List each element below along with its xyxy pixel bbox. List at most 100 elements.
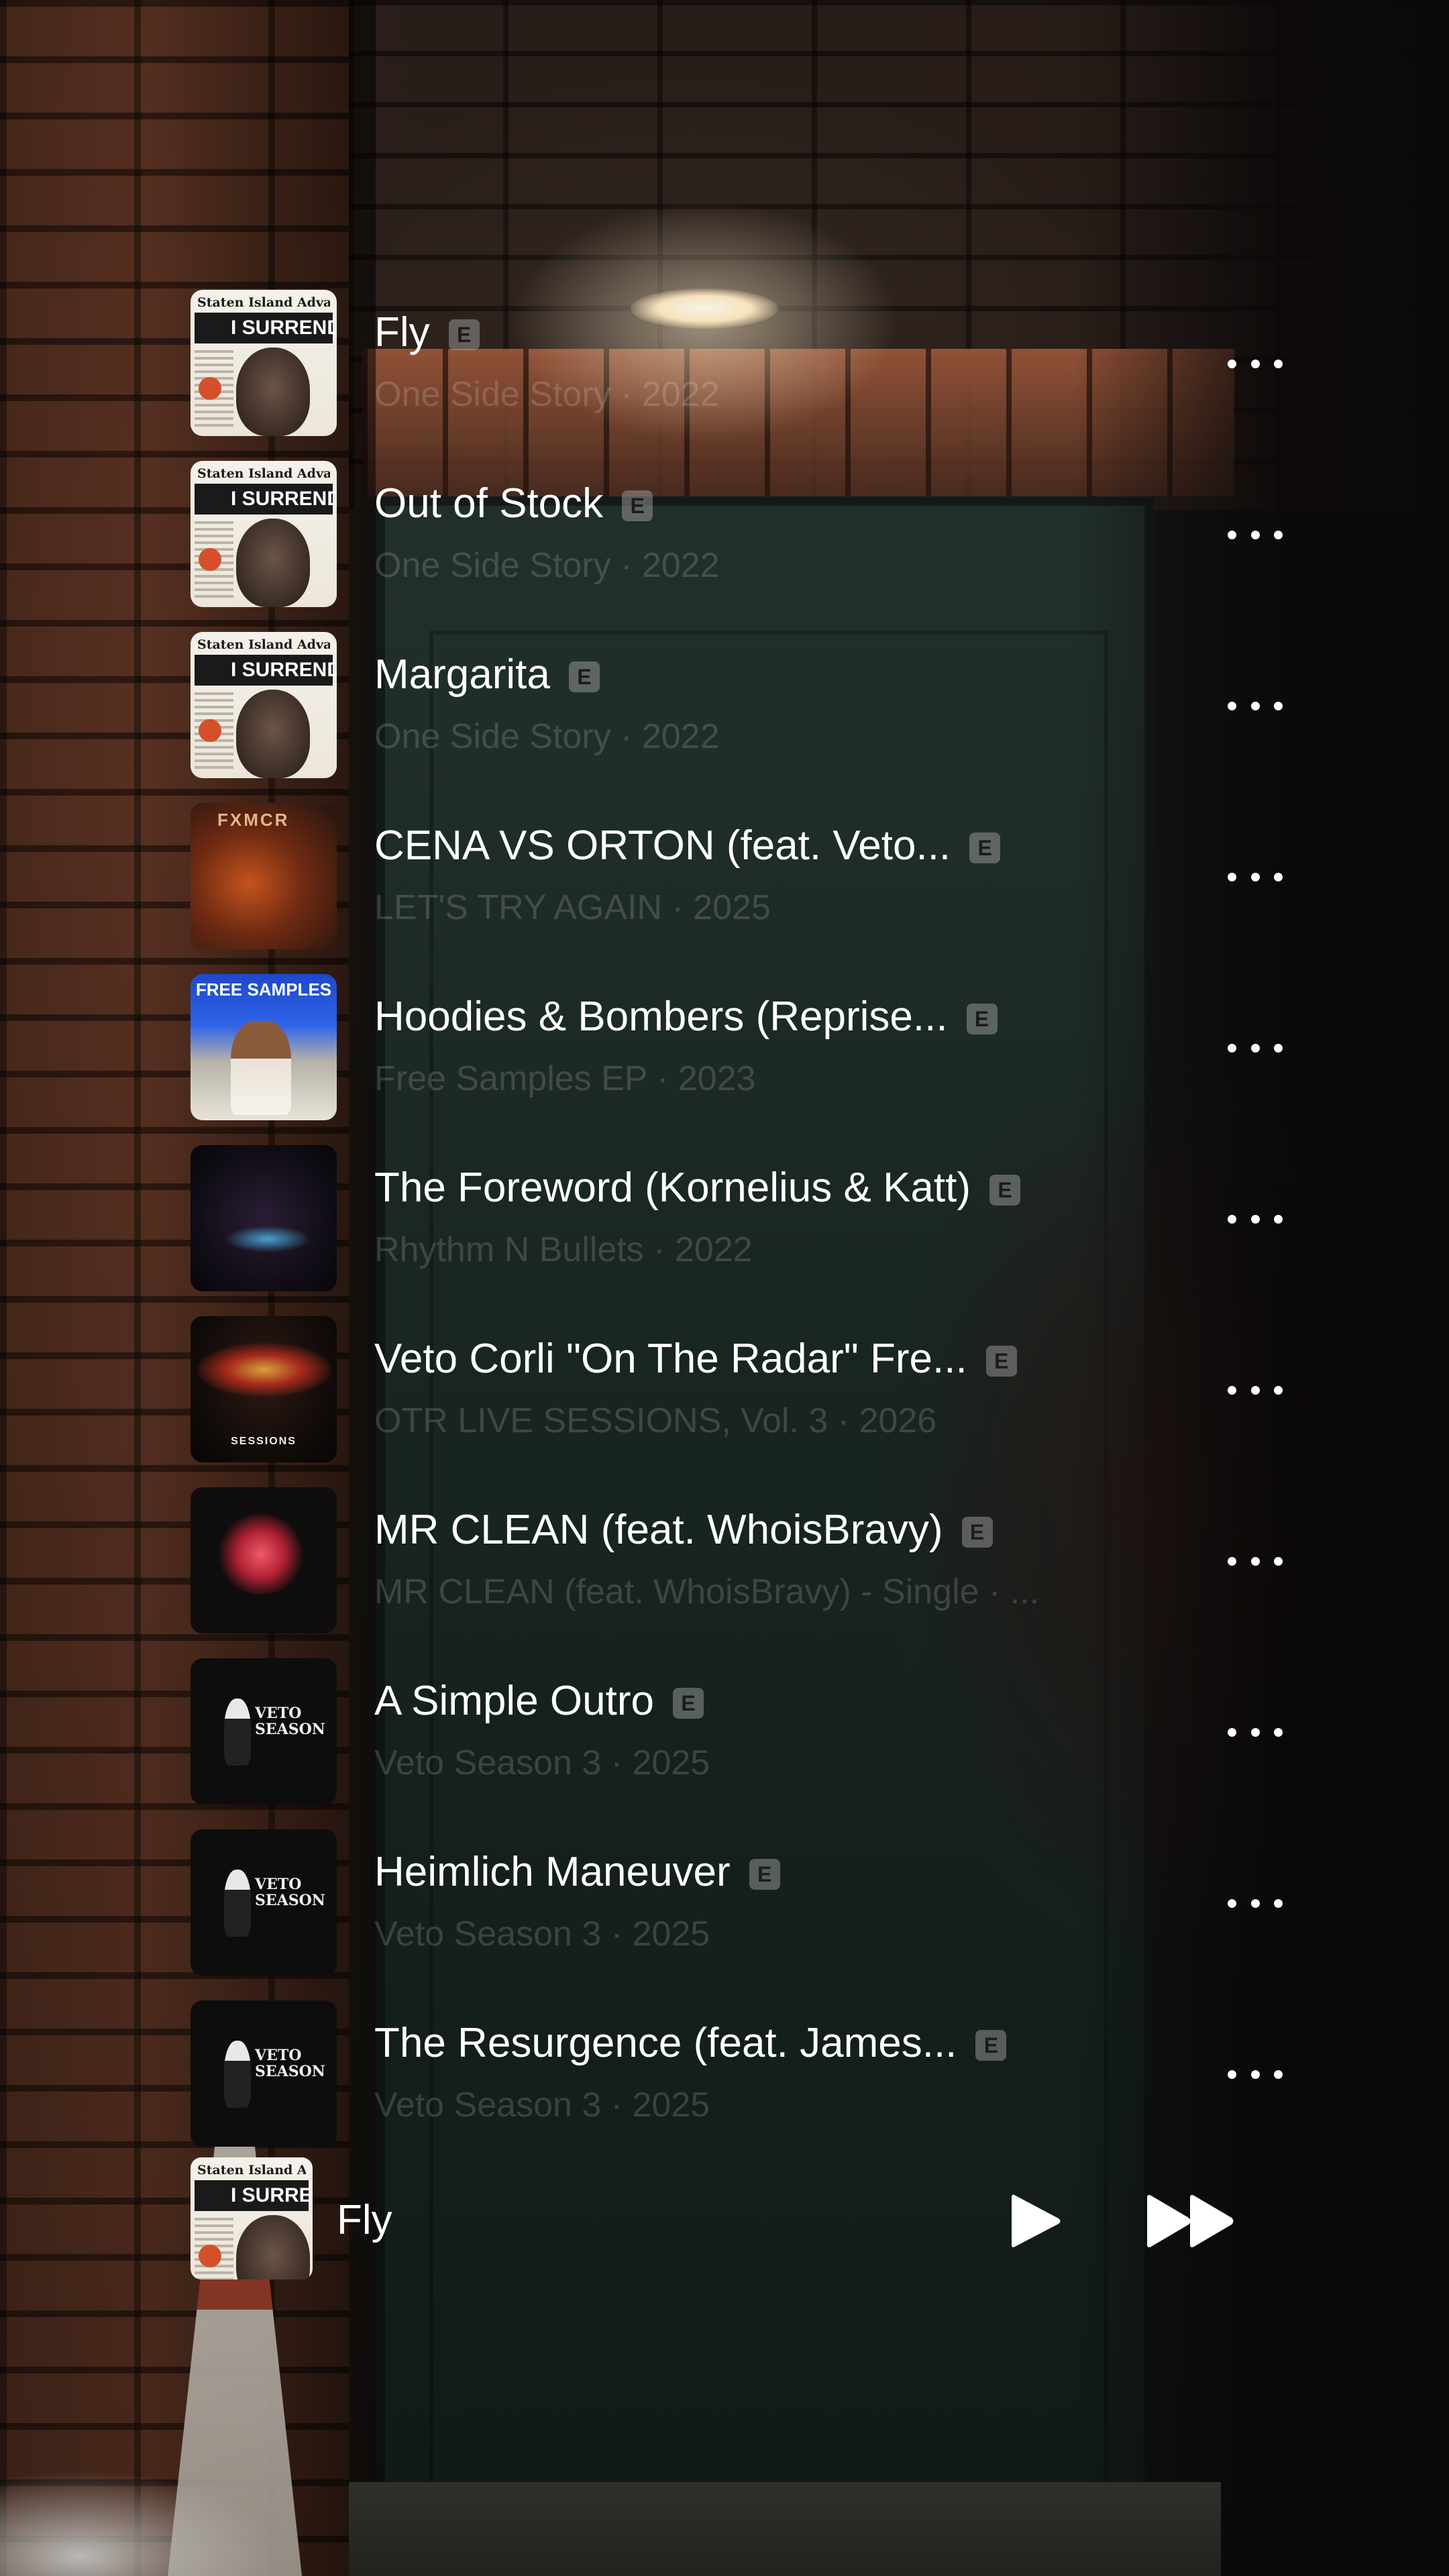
more-options-button[interactable] (1225, 1028, 1285, 1068)
track-title[interactable]: CENA VS ORTON (feat. Veto... E (374, 820, 1001, 871)
more-options-button[interactable] (1225, 343, 1285, 384)
artwork-masthead: Staten Island Advance (197, 466, 330, 481)
ellipsis-icon (1250, 1898, 1260, 1908)
artwork-label: VETO SEASON (255, 2047, 325, 2080)
track-artwork[interactable]: Staten Island Advance I SURRENDER (191, 290, 337, 436)
explicit-badge: E (985, 1346, 1017, 1377)
artwork-headline: I SURRENDER (231, 659, 337, 681)
track-row[interactable]: VETO SEASON A Simple Outro E Veto Season … (191, 1658, 1291, 1806)
ellipsis-icon (1228, 1898, 1236, 1908)
track-row[interactable]: VETO SEASON The Resurgence (feat. James.… (191, 2000, 1291, 2148)
track-title-text: A Simple Outro (374, 1678, 654, 1724)
track-artwork[interactable]: VETO SEASON (191, 2000, 337, 2147)
track-artwork[interactable]: FREE SAMPLES (191, 974, 337, 1120)
ellipsis-icon (1250, 872, 1260, 881)
ellipsis-icon (1274, 1727, 1283, 1737)
track-row[interactable]: Staten Island Advance I SURRENDER Margar… (191, 632, 1291, 780)
track-artwork[interactable]: FXMCR (191, 803, 337, 949)
track-artwork[interactable] (191, 1487, 337, 1633)
more-options-button[interactable] (1225, 1370, 1285, 1410)
track-title-text: Hoodies & Bombers (Reprise... (374, 994, 948, 1040)
track-title-text: The Foreword (Kornelius & Katt) (374, 1165, 971, 1211)
ellipsis-icon (1274, 2070, 1283, 2079)
track-title-text: The Resurgence (feat. James... (374, 2020, 957, 2066)
track-title-text: Margarita (374, 651, 550, 698)
ellipsis-icon (1250, 1727, 1260, 1737)
mini-player[interactable]: Staten Island Advance I SURRENDER Fly (191, 2157, 1264, 2282)
track-subtitle: Free Samples EP · 2023 (374, 1059, 756, 1098)
track-subtitle: Veto Season 3 · 2025 (374, 1743, 710, 1782)
track-title-text: Out of Stock (374, 480, 604, 527)
track-row[interactable]: Staten Island Advance I SURRENDER Fly E O… (191, 290, 1291, 437)
ellipsis-icon (1228, 1556, 1236, 1566)
explicit-badge: E (969, 833, 1001, 863)
more-options-button[interactable] (1225, 1712, 1285, 1752)
play-button[interactable] (1005, 2191, 1065, 2251)
artwork-headline: I SURRENDER (231, 488, 337, 510)
explicit-badge: E (989, 1175, 1021, 1205)
more-options-button[interactable] (1225, 1883, 1285, 1923)
fast-forward-icon (1147, 2195, 1234, 2247)
artwork-label: SESSIONS (231, 1436, 297, 1447)
ellipsis-icon (1228, 701, 1236, 710)
track-title[interactable]: Hoodies & Bombers (Reprise... E (374, 991, 998, 1042)
explicit-badge: E (966, 1004, 998, 1034)
track-title[interactable]: Margarita E (374, 649, 600, 700)
artwork-label: FXMCR (217, 810, 290, 830)
track-subtitle: LET'S TRY AGAIN · 2025 (374, 888, 771, 927)
track-row[interactable]: FREE SAMPLES Hoodies & Bombers (Reprise.… (191, 974, 1291, 1122)
track-title[interactable]: The Resurgence (feat. James... E (374, 2018, 1007, 2069)
more-options-button[interactable] (1225, 515, 1285, 555)
ellipsis-icon (1250, 1214, 1260, 1224)
artwork-badge (199, 548, 221, 571)
track-title[interactable]: MR CLEAN (feat. WhoisBravy) E (374, 1505, 993, 1556)
track-title-text: Heimlich Maneuver (374, 1849, 731, 1895)
track-subtitle: MR CLEAN (feat. WhoisBravy) - Single · .… (374, 1572, 1040, 1611)
track-title[interactable]: Fly E (374, 307, 480, 358)
ellipsis-icon (1228, 872, 1236, 881)
track-artwork[interactable]: VETO SEASON (191, 1658, 337, 1805)
artwork-portrait (236, 2215, 310, 2279)
more-options-button[interactable] (1225, 1541, 1285, 1581)
track-row[interactable]: MR CLEAN (feat. WhoisBravy) E MR CLEAN (f… (191, 1487, 1291, 1635)
more-options-button[interactable] (1225, 686, 1285, 726)
track-subtitle: OTR LIVE SESSIONS, Vol. 3 · 2026 (374, 1401, 937, 1440)
artwork-label: VETO SEASON (255, 1876, 325, 1909)
track-title-text: MR CLEAN (feat. WhoisBravy) (374, 1507, 943, 1553)
ellipsis-icon (1250, 1556, 1260, 1566)
track-artwork[interactable] (191, 1145, 337, 1291)
now-playing-title[interactable]: Fly (337, 2195, 392, 2246)
artwork-figure (231, 1021, 291, 1115)
explicit-badge: E (672, 1688, 704, 1719)
explicit-badge: E (961, 1517, 993, 1548)
track-title[interactable]: A Simple Outro E (374, 1676, 704, 1727)
artwork-headline: I SURRENDER (231, 317, 337, 339)
track-artwork[interactable]: Staten Island Advance I SURRENDER (191, 461, 337, 607)
track-title[interactable]: Heimlich Maneuver E (374, 1847, 780, 1898)
track-title[interactable]: Out of Stock E (374, 478, 653, 529)
track-title[interactable]: Veto Corli "On The Radar" Fre... E (374, 1334, 1017, 1385)
artwork-headline: I SURRENDER (231, 2184, 313, 2206)
more-options-button[interactable] (1225, 857, 1285, 897)
track-title[interactable]: The Foreword (Kornelius & Katt) E (374, 1163, 1021, 1214)
artwork-badge (199, 719, 221, 742)
ellipsis-icon (1228, 1214, 1236, 1224)
artwork-figure (224, 2041, 251, 2108)
next-track-button[interactable] (1143, 2191, 1244, 2251)
track-artwork[interactable]: SESSIONS (191, 1316, 337, 1462)
track-row[interactable]: VETO SEASON Heimlich Maneuver E Veto Seas… (191, 1829, 1291, 1977)
track-row[interactable]: The Foreword (Kornelius & Katt) E Rhythm … (191, 1145, 1291, 1293)
more-options-button[interactable] (1225, 1199, 1285, 1239)
track-row[interactable]: Staten Island Advance I SURRENDER Out of… (191, 461, 1291, 608)
more-options-button[interactable] (1225, 2054, 1285, 2094)
track-row[interactable]: SESSIONS Veto Corli "On The Radar" Fre..… (191, 1316, 1291, 1464)
ellipsis-icon (1250, 701, 1260, 710)
ellipsis-icon (1250, 1043, 1260, 1053)
track-artwork[interactable]: Staten Island Advance I SURRENDER (191, 632, 337, 778)
track-subtitle: Rhythm N Bullets · 2022 (374, 1230, 753, 1269)
track-artwork[interactable]: VETO SEASON (191, 1829, 337, 1976)
track-row[interactable]: FXMCR CENA VS ORTON (feat. Veto... E LET'… (191, 803, 1291, 951)
now-playing-artwork[interactable]: Staten Island Advance I SURRENDER (191, 2157, 313, 2279)
artwork-glow (197, 1343, 331, 1397)
ellipsis-icon (1228, 1727, 1236, 1737)
